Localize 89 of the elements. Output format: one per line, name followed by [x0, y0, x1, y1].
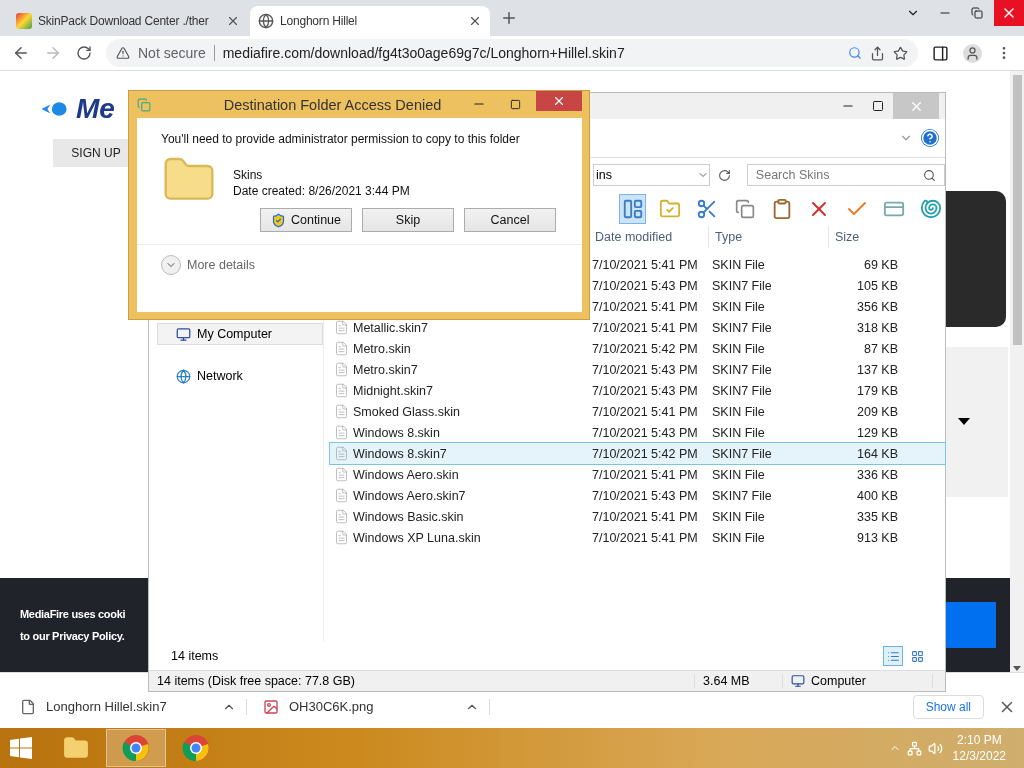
clock-time: 2:10 PM: [956, 732, 1002, 748]
file-row[interactable]: Windows 8.skin 7/10/2021 5:43 PM SKIN File 129 KB: [330, 422, 945, 443]
new-tab-icon[interactable]: [500, 9, 518, 27]
file-icon: [334, 383, 349, 398]
file-row[interactable]: Windows Basic.skin 7/10/2021 5:41 PM SKIN File 335 KB: [330, 506, 945, 527]
file-row[interactable]: Metro.skin7 7/10/2021 5:43 PM SKIN7 File 137 KB: [330, 359, 945, 380]
file-icon: [334, 509, 349, 524]
file-row[interactable]: Midnight.skin7 7/10/2021 5:43 PM SKIN7 File 179 KB: [330, 380, 945, 401]
dialog-button[interactable]: Continue: [260, 208, 352, 232]
accept-button[interactable]: [944, 602, 996, 648]
forward-icon[interactable]: [44, 44, 62, 62]
dialog-button[interactable]: Skip: [362, 208, 454, 232]
file-icon: [334, 446, 349, 461]
star-icon[interactable]: [893, 45, 908, 61]
dropdown-icon[interactable]: [958, 418, 970, 426]
file-row[interactable]: Windows Aero.skin 7/10/2021 5:41 PM SKIN File 336 KB: [330, 464, 945, 485]
date-created: Date created: 8/26/2021 3:44 PM: [233, 184, 410, 198]
close-icon: [552, 94, 566, 108]
folder-name: Skins: [233, 168, 264, 182]
nav-item[interactable]: Network: [157, 365, 323, 387]
cookie-text: MediaFire uses cooki: [20, 607, 127, 622]
computer-icon: [176, 326, 191, 342]
layout-pane-icon[interactable]: [619, 194, 647, 224]
cookie-text: to our Privacy Policy.: [20, 629, 126, 644]
nav-item[interactable]: My Computer: [157, 323, 323, 345]
status-location: Computer: [811, 674, 866, 688]
warning-icon: [116, 46, 130, 60]
dialog-button[interactable]: Cancel: [464, 208, 556, 232]
browser-icon[interactable]: [106, 729, 166, 767]
site-favicon-icon: [16, 13, 32, 29]
show-all-button[interactable]: Show all: [912, 694, 984, 719]
status-size: 3.64 MB: [703, 674, 750, 688]
dialog-title: Destination Folder Access Denied: [222, 96, 443, 113]
browser-tab[interactable]: Longhorn Hillel: [250, 6, 490, 36]
file-icon: [334, 488, 349, 503]
column-header[interactable]: Size: [828, 226, 898, 248]
image-file-icon: [263, 698, 279, 715]
file-row[interactable]: Smoked Glass.skin 7/10/2021 5:41 PM SKIN File 209 KB: [330, 401, 945, 422]
file-icon: [334, 362, 349, 377]
address-field[interactable]: ins: [593, 164, 710, 186]
refresh-icon[interactable]: [717, 168, 731, 182]
shield-icon: [270, 212, 286, 228]
side-panel-icon[interactable]: [932, 44, 949, 62]
download-item[interactable]: OH30C6K.png: [263, 698, 490, 715]
back-icon[interactable]: [12, 44, 30, 62]
file-icon: [334, 467, 349, 482]
search-field[interactable]: Search Skins: [746, 164, 945, 186]
profile-icon[interactable]: [963, 43, 982, 63]
volume-icon[interactable]: [927, 740, 943, 756]
site-logo[interactable]: Me: [40, 93, 115, 125]
windows-start-icon[interactable]: [10, 737, 32, 759]
clock-date: 12/3/2022: [952, 748, 1006, 764]
globe-icon: [258, 13, 274, 29]
dialog-message: You'll need to provide administrator permission to copy to this folder: [161, 132, 521, 146]
close-icon[interactable]: [226, 14, 240, 28]
file-row[interactable]: Metro.skin 7/10/2021 5:42 PM SKIN File 87 KB: [330, 338, 945, 359]
address-field[interactable]: Not secure mediafire.com/download/fg4t3o0age69g7c/Longhorn+Hillel.skin7: [106, 39, 918, 67]
status-text: 14 items (Disk free space: 77.8 GB): [157, 674, 355, 688]
network-icon: [176, 368, 191, 384]
share-icon[interactable]: [870, 45, 885, 61]
browser-tab[interactable]: SkinPack Download Center ./ther: [8, 6, 248, 36]
reload-icon[interactable]: [76, 45, 92, 61]
file-row[interactable]: Windows XP Luna.skin 7/10/2021 5:41 PM SKIN File 913 KB: [330, 527, 945, 548]
file-row[interactable]: Windows 8.skin7 7/10/2021 5:42 PM SKIN7 File 164 KB: [330, 443, 945, 464]
close-icon[interactable]: [468, 14, 482, 28]
network-icon[interactable]: [906, 740, 922, 756]
item-count: 14 items: [171, 649, 219, 663]
file-icon: [20, 698, 36, 715]
file-row[interactable]: Windows Aero.skin7 7/10/2021 5:43 PM SKIN7 File 400 KB: [330, 485, 945, 506]
app-icon: [137, 97, 151, 112]
file-icon: [334, 404, 349, 419]
file-row[interactable]: Metallic.skin7 7/10/2021 5:41 PM SKIN7 File 318 KB: [330, 317, 945, 338]
file-icon: [334, 320, 349, 335]
search-icon[interactable]: [848, 46, 862, 60]
help-icon[interactable]: [921, 129, 939, 147]
computer-icon: [791, 674, 805, 688]
column-header[interactable]: Type: [708, 226, 828, 248]
file-icon: [334, 530, 349, 545]
download-item[interactable]: Longhorn Hillel.skin7: [20, 698, 247, 715]
scroll-down-icon[interactable]: [1013, 666, 1021, 672]
details-view-icon[interactable]: [883, 646, 903, 666]
scrollbar[interactable]: [1010, 71, 1024, 672]
chevron-down-icon: [161, 255, 181, 275]
close-button[interactable]: [994, 0, 1024, 26]
close-button[interactable]: [536, 91, 582, 111]
search-icon[interactable]: [923, 168, 936, 182]
file-icon: [334, 341, 349, 356]
file-icon: [334, 425, 349, 440]
more-details-button[interactable]: More details: [161, 255, 256, 275]
